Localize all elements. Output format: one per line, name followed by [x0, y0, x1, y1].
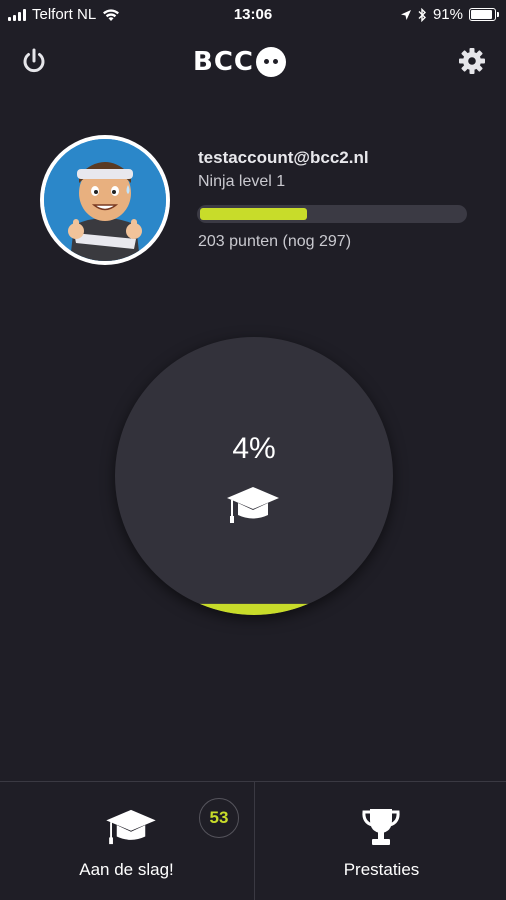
points-text: 203 punten (nog 297) — [198, 233, 352, 250]
ninja-level: Ninja level 1 — [198, 173, 286, 190]
nav-label-aan-de-slag: Aan de slag! — [79, 860, 174, 879]
bottom-navigation: 53 Aan de slag! Prestaties — [0, 781, 506, 900]
status-bar: Telfort NL 13:06 91% — [0, 0, 506, 30]
account-email: testaccount@bcc2.nl — [198, 148, 369, 167]
ninja-avatar-image — [44, 139, 166, 261]
power-button[interactable] — [18, 45, 50, 77]
logo-text: BCC — [193, 47, 254, 77]
graduation-cap-icon — [106, 809, 156, 845]
nav-label-prestaties: Prestaties — [343, 860, 420, 879]
graduation-cap-icon — [227, 487, 279, 523]
tasks-count-badge: 53 — [199, 798, 239, 838]
level-progress-bar — [197, 205, 467, 223]
gear-icon — [459, 48, 485, 74]
status-bar-right: 91% — [400, 6, 499, 23]
location-arrow-icon — [400, 9, 411, 20]
course-progress-fill — [199, 603, 309, 615]
battery-percent: 91% — [432, 6, 463, 23]
nav-item-aan-de-slag[interactable]: 53 Aan de slag! — [0, 782, 253, 900]
battery-icon — [469, 8, 499, 21]
course-progress-percent: 4% — [232, 432, 276, 465]
avatar[interactable] — [40, 135, 170, 265]
settings-button[interactable] — [456, 45, 488, 77]
bcc-logo: BCC — [193, 46, 315, 78]
logo-plug-face-icon — [255, 47, 286, 77]
trophy-icon — [362, 809, 400, 845]
power-icon — [23, 48, 45, 73]
level-progress-fill — [200, 208, 307, 220]
nav-item-prestaties[interactable]: Prestaties — [255, 782, 506, 900]
course-progress-circle[interactable]: 4% — [115, 337, 393, 615]
app-header: BCC — [0, 40, 506, 84]
bluetooth-icon — [418, 7, 426, 22]
